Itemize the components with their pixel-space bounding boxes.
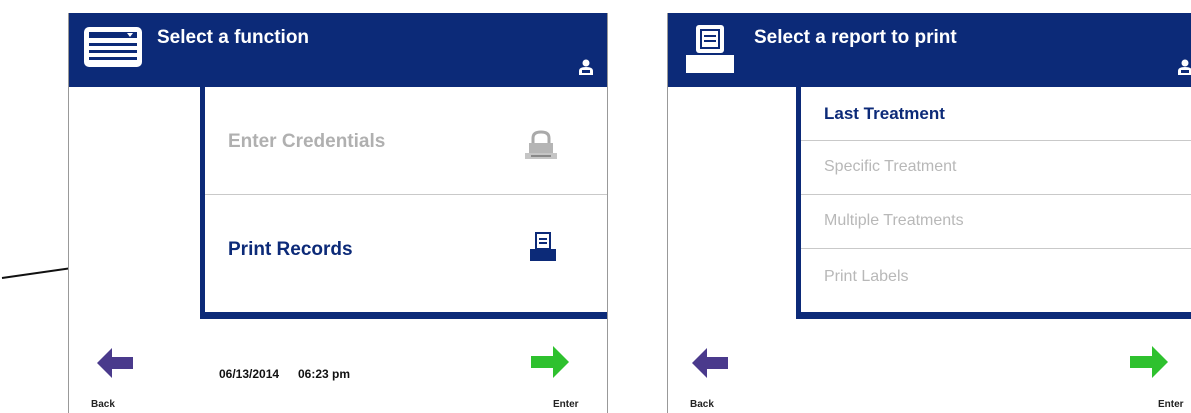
list-item-last-treatment[interactable]: Last Treatment xyxy=(801,87,1191,141)
select-report-screen: Select a report to print Last Treatment … xyxy=(667,13,1191,413)
enter-label: Enter xyxy=(1158,399,1184,410)
list-item-label: Multiple Treatments xyxy=(824,212,964,229)
screen-title: Select a function xyxy=(157,27,310,48)
time-display: 06:23 pm xyxy=(298,367,351,381)
printer-icon xyxy=(530,232,556,261)
list-item-specific-treatment[interactable]: Specific Treatment xyxy=(801,141,1191,195)
back-label: Back xyxy=(91,399,115,410)
list-item-label: Last Treatment xyxy=(824,104,945,123)
list-item-label: Print Labels xyxy=(824,268,909,285)
list-item-print-records[interactable]: Print Records xyxy=(205,195,607,312)
printer-icon xyxy=(686,25,734,73)
list-item-label: Specific Treatment xyxy=(824,158,957,175)
padlock-icon xyxy=(525,130,557,159)
back-arrow-icon[interactable] xyxy=(97,348,133,378)
list-item-print-labels[interactable]: Print Labels xyxy=(801,249,1191,312)
screen-title: Select a report to print xyxy=(754,27,957,48)
list-item-multiple-treatments[interactable]: Multiple Treatments xyxy=(801,195,1191,249)
screen-header: Select a report to print xyxy=(668,13,1191,87)
enter-arrow-icon[interactable] xyxy=(1130,346,1168,378)
user-icon[interactable] xyxy=(1178,59,1191,75)
back-arrow-icon[interactable] xyxy=(692,348,728,378)
list-item-label: Enter Credentials xyxy=(228,131,386,152)
back-label: Back xyxy=(690,399,714,410)
list-item-label: Print Records xyxy=(228,239,353,260)
menu-list-icon xyxy=(84,27,142,67)
date-display: 06/13/2014 xyxy=(219,367,280,381)
screen-header: Select a function xyxy=(69,13,607,87)
select-function-screen: Select a function Enter Credentials Prin… xyxy=(68,13,608,413)
user-icon[interactable] xyxy=(579,59,593,75)
function-list: Enter Credentials Print Records xyxy=(200,87,607,319)
enter-label: Enter xyxy=(553,399,579,410)
enter-arrow-icon[interactable] xyxy=(531,346,569,378)
report-list: Last Treatment Specific Treatment Multip… xyxy=(796,87,1191,319)
list-item-enter-credentials[interactable]: Enter Credentials xyxy=(205,87,607,195)
